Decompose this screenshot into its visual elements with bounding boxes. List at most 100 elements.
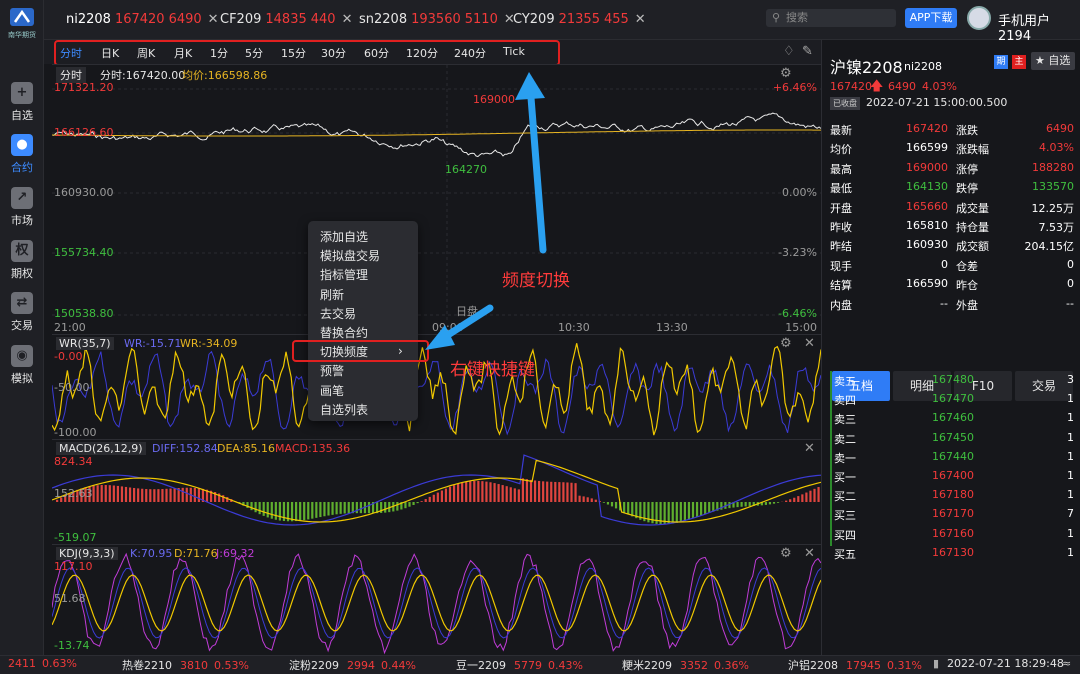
stat-label: 持仓量: [956, 221, 989, 234]
stat-label: 涨跌幅: [956, 143, 989, 157]
book-volume: 1: [1067, 469, 1074, 482]
stat-label: 现手: [830, 259, 852, 273]
quote-change: 6490: [888, 80, 916, 93]
book-volume: 1: [1067, 392, 1074, 406]
ticker-name: 沪铝2208: [788, 659, 838, 672]
wifi-icon: ≈: [1062, 657, 1072, 670]
stat-label: 最低: [830, 182, 852, 196]
book-side-label: 买五: [834, 547, 856, 561]
status-badge: 已收盘: [830, 97, 860, 110]
stat-label: 跌停: [956, 182, 978, 196]
book-side-label: 买一: [834, 471, 856, 484]
stat-value: 167420: [906, 122, 948, 135]
stat-label: 结算: [830, 279, 852, 293]
stat-label: 涨跌: [956, 124, 978, 137]
tag-futures: 期: [994, 55, 1008, 69]
stat-label: 均价: [830, 143, 852, 157]
ticker-item[interactable]: 2411 0.63%: [8, 657, 77, 670]
stat-label: 内盘: [830, 298, 852, 312]
contract-code: ni2208: [904, 60, 943, 73]
ticker-pct: 0.63%: [42, 657, 77, 670]
book-volume: 1: [1067, 545, 1074, 559]
clock: 2022-07-21 18:29:48: [947, 657, 1064, 670]
tag-main: 主: [1012, 55, 1026, 69]
book-volume: 1: [1067, 411, 1074, 425]
book-volume: 7: [1067, 507, 1074, 521]
ticker-item[interactable]: 粳米2209 3352 0.36%: [622, 657, 749, 673]
stat-value: 133570: [1032, 180, 1074, 194]
ticker-pct: 0.31%: [887, 659, 922, 672]
ticker-name: 粳米2209: [622, 659, 672, 672]
stat-value: --: [1066, 296, 1074, 310]
ticker-value: 2411: [8, 657, 36, 670]
stat-value: 169000: [906, 160, 948, 174]
stat-label: 最高: [830, 162, 852, 176]
book-price: 167160: [932, 526, 974, 540]
book-side-label: 买三: [834, 509, 856, 523]
ticker-name: 淀粉2209: [289, 659, 339, 672]
ticker-item[interactable]: 热卷2210 3810 0.53%: [122, 657, 249, 673]
stat-value: 12.25万: [1031, 201, 1075, 215]
stat-value: 6490: [1046, 122, 1074, 135]
book-side-label: 卖四: [834, 394, 856, 408]
stat-value: 4.03%: [1039, 141, 1074, 155]
favorite-button[interactable]: ★ 自选: [1031, 52, 1075, 70]
ticker-pct: 0.53%: [214, 659, 249, 672]
ticker-value: 3810: [180, 659, 208, 672]
ticker-item[interactable]: 豆一2209 5779 0.43%: [456, 657, 583, 673]
book-price: 167440: [932, 449, 974, 463]
stat-value: 0: [1067, 257, 1074, 271]
ticker-item[interactable]: 淀粉2209 2994 0.44%: [289, 657, 416, 673]
stat-value: 166590: [906, 277, 948, 291]
stat-value: 166599: [906, 141, 948, 155]
stat-label: 昨仓: [956, 279, 978, 293]
annotation-freq-switch: 频度切换: [502, 271, 570, 291]
stat-label: 涨停: [956, 162, 978, 176]
stat-value: 165810: [906, 219, 948, 232]
stat-label: 成交量: [956, 201, 989, 215]
book-side-label: 卖二: [834, 432, 856, 446]
quote-price: 167420: [830, 80, 872, 93]
ticker-pct: 0.36%: [714, 659, 749, 672]
stat-label: 昨收: [830, 221, 852, 234]
book-divider: [830, 371, 832, 546]
book-volume: 1: [1067, 488, 1074, 502]
book-side-label: 卖五: [834, 375, 856, 388]
book-price: 167470: [932, 392, 974, 406]
ticker-value: 5779: [514, 659, 542, 672]
book-price: 167180: [932, 488, 974, 502]
stat-value: 164130: [906, 180, 948, 194]
quote-pct: 4.03%: [922, 80, 957, 93]
ticker-name: 热卷2210: [122, 659, 172, 672]
ticker-value: 3352: [680, 659, 708, 672]
book-side-label: 买四: [834, 528, 856, 542]
book-price: 167450: [932, 430, 974, 444]
book-side-label: 买二: [834, 490, 856, 504]
ticker-value: 17945: [846, 659, 881, 672]
stat-value: 0: [941, 257, 948, 271]
stat-value: 188280: [1032, 160, 1074, 174]
book-price: 167460: [932, 411, 974, 425]
book-side-label: 卖三: [834, 413, 856, 427]
book-price: 167130: [932, 545, 974, 559]
ticker-value: 2994: [347, 659, 375, 672]
stat-label: 开盘: [830, 201, 852, 215]
stat-value: 7.53万: [1038, 221, 1075, 234]
stat-value: 0: [1067, 277, 1074, 291]
stat-label: 外盘: [956, 298, 978, 312]
book-side-label: 卖一: [834, 451, 856, 465]
ticker-item[interactable]: 沪铝2208 17945 0.31%: [788, 657, 922, 673]
book-price: 167480: [932, 373, 974, 386]
stat-label: 仓差: [956, 259, 978, 273]
stat-value: 165660: [906, 199, 948, 213]
ticker-pct: 0.44%: [381, 659, 416, 672]
quote-time: 2022-07-21 15:00:00.500: [866, 96, 1008, 109]
ticker-pct: 0.43%: [548, 659, 583, 672]
book-volume: 1: [1067, 430, 1074, 444]
book-price: 167170: [932, 507, 974, 521]
favorite-label: 自选: [1048, 54, 1071, 67]
quote-panel: 沪镍2208 ni2208 期 主 ★ 自选 167420 🡅 6490 4.0…: [821, 40, 1080, 655]
book-volume: 1: [1067, 526, 1074, 540]
stat-label: 昨结: [830, 240, 852, 254]
book-volume: 3: [1067, 373, 1074, 386]
